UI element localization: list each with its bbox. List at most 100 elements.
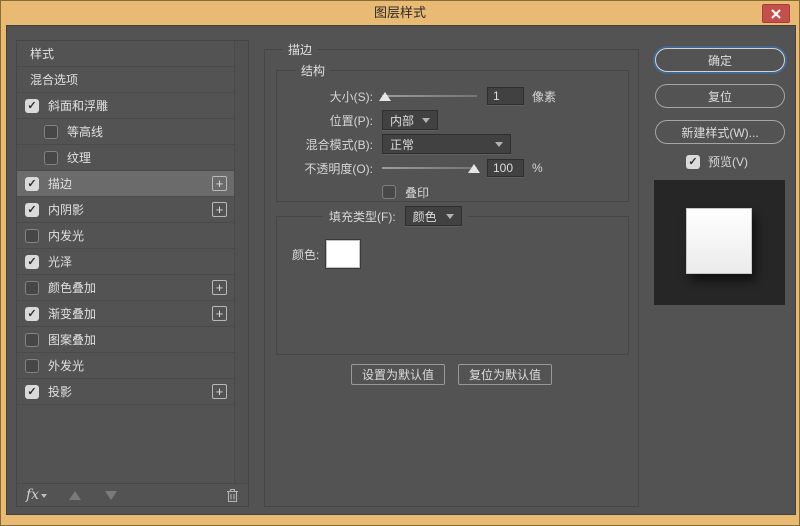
sidebar-item-satin[interactable]: ✓ 光泽 (17, 249, 234, 275)
sidebar-item-texture[interactable]: 纹理 (17, 145, 234, 171)
titlebar[interactable]: 图层样式 (1, 1, 799, 25)
blend-mode-value: 正常 (390, 136, 414, 153)
structure-group: 结构 大小(S): 像素 位置(P): 内部 (276, 70, 629, 202)
sidebar-item-gradient-overlay[interactable]: ✓ 渐变叠加 + (17, 301, 234, 327)
opacity-slider-thumb[interactable] (468, 164, 480, 173)
checkbox-checked[interactable]: ✓ (25, 385, 39, 399)
overprint-row: 叠印 (277, 180, 628, 204)
size-unit: 像素 (532, 88, 556, 105)
sidebar-item-bevel-emboss[interactable]: ✓ 斜面和浮雕 (17, 93, 234, 119)
size-input[interactable] (487, 87, 524, 105)
check-icon: ✓ (27, 204, 36, 216)
sidebar-scrollbar[interactable] (234, 41, 248, 483)
preview-checkbox[interactable]: ✓ (686, 155, 700, 169)
fill-type-group: 填充类型(F): 颜色 颜色: (276, 216, 629, 355)
sidebar-item-color-overlay[interactable]: 颜色叠加 + (17, 275, 234, 301)
checkbox-checked[interactable]: ✓ (25, 99, 39, 113)
checkbox-checked[interactable]: ✓ (25, 307, 39, 321)
opacity-label: 不透明度(O): (277, 160, 373, 177)
sidebar-item-styles[interactable]: 样式 (17, 41, 234, 67)
check-icon: ✓ (27, 386, 36, 398)
delete-effect-button[interactable] (226, 488, 239, 503)
chevron-down-icon (495, 142, 503, 147)
sidebar-item-label: 斜面和浮雕 (48, 97, 108, 114)
reset-button[interactable]: 复位 (655, 84, 785, 108)
check-icon: ✓ (27, 100, 36, 112)
blend-mode-dropdown[interactable]: 正常 (382, 134, 511, 154)
checkbox-checked[interactable]: ✓ (25, 177, 39, 191)
dialog-content: 样式 混合选项 ✓ 斜面和浮雕 等高线 纹理 (6, 25, 796, 515)
stroke-color-swatch[interactable] (326, 240, 360, 268)
move-effect-up-button[interactable] (69, 491, 81, 500)
blend-mode-label: 混合模式(B): (277, 136, 373, 153)
fill-type-value: 颜色 (413, 208, 437, 225)
fill-type-label: 填充类型(F): (329, 208, 396, 225)
styles-list: 样式 混合选项 ✓ 斜面和浮雕 等高线 纹理 (17, 41, 234, 405)
add-effect-button[interactable]: + (212, 176, 227, 191)
check-icon: ✓ (27, 308, 36, 320)
preview-label: 预览(V) (708, 153, 748, 170)
sidebar-item-label: 投影 (48, 383, 72, 400)
sidebar-item-drop-shadow[interactable]: ✓ 投影 + (17, 379, 234, 405)
opacity-unit: % (532, 161, 543, 175)
position-dropdown[interactable]: 内部 (382, 110, 438, 130)
panel-title: 描边 (283, 41, 317, 58)
sidebar-item-label: 样式 (30, 45, 54, 62)
sidebar-item-label: 颜色叠加 (48, 279, 96, 296)
fill-type-dropdown[interactable]: 颜色 (405, 206, 462, 226)
checkbox-unchecked[interactable] (25, 229, 39, 243)
sidebar-item-outer-glow[interactable]: 外发光 (17, 353, 234, 379)
layer-style-dialog: 图层样式 样式 混合选项 ✓ 斜面和浮雕 (0, 0, 800, 526)
add-effect-button[interactable]: + (212, 384, 227, 399)
opacity-slider[interactable] (382, 167, 477, 169)
checkbox-unchecked[interactable] (44, 125, 58, 139)
size-slider-thumb[interactable] (379, 92, 391, 101)
opacity-input[interactable] (487, 159, 524, 177)
sidebar-item-label: 内发光 (48, 227, 84, 244)
chevron-down-icon (446, 214, 454, 219)
sidebar-item-inner-glow[interactable]: 内发光 (17, 223, 234, 249)
styles-sidebar: 样式 混合选项 ✓ 斜面和浮雕 等高线 纹理 (16, 40, 249, 507)
size-row: 大小(S): 像素 (277, 84, 628, 108)
add-effect-button[interactable]: + (212, 306, 227, 321)
new-style-button[interactable]: 新建样式(W)... (655, 120, 785, 144)
size-slider[interactable] (382, 95, 477, 97)
fx-menu-button[interactable]: fx (26, 487, 47, 503)
blend-mode-row: 混合模式(B): 正常 (277, 132, 628, 156)
ok-button[interactable]: 确定 (655, 48, 785, 72)
set-default-button[interactable]: 设置为默认值 (351, 364, 445, 385)
check-icon: ✓ (688, 156, 697, 168)
checkbox-checked[interactable]: ✓ (25, 203, 39, 217)
caret-down-icon (41, 494, 47, 498)
preview-toggle[interactable]: ✓ 预览(V) (686, 153, 748, 170)
checkbox-unchecked[interactable] (25, 359, 39, 373)
overprint-checkbox[interactable] (382, 185, 396, 199)
sidebar-item-inner-shadow[interactable]: ✓ 内阴影 + (17, 197, 234, 223)
position-label: 位置(P): (277, 112, 373, 129)
sidebar-item-blending-options[interactable]: 混合选项 (17, 67, 234, 93)
fill-type-row: 填充类型(F): 颜色 (323, 206, 468, 226)
move-effect-down-button[interactable] (105, 491, 117, 500)
sidebar-item-pattern-overlay[interactable]: 图案叠加 (17, 327, 234, 353)
preview-square (686, 208, 752, 274)
color-row: 颜色: (292, 240, 360, 268)
overprint-label: 叠印 (405, 184, 429, 201)
sidebar-item-stroke[interactable]: ✓ 描边 + (17, 171, 234, 197)
close-button[interactable] (762, 4, 790, 23)
checkbox-unchecked[interactable] (44, 151, 58, 165)
structure-legend: 结构 (296, 62, 330, 79)
add-effect-button[interactable]: + (212, 202, 227, 217)
default-buttons-row: 设置为默认值 复位为默认值 (265, 364, 638, 385)
stroke-settings-panel: 描边 结构 大小(S): 像素 位置(P): 内部 (264, 49, 639, 507)
checkbox-unchecked[interactable] (25, 281, 39, 295)
checkbox-checked[interactable]: ✓ (25, 255, 39, 269)
sidebar-item-label: 光泽 (48, 253, 72, 270)
color-label: 颜色: (292, 246, 319, 263)
position-value: 内部 (390, 112, 414, 129)
reset-default-button[interactable]: 复位为默认值 (458, 364, 552, 385)
add-effect-button[interactable]: + (212, 280, 227, 295)
sidebar-toolbar: fx (17, 483, 248, 506)
checkbox-unchecked[interactable] (25, 333, 39, 347)
sidebar-item-label: 等高线 (67, 123, 103, 140)
sidebar-item-contour[interactable]: 等高线 (17, 119, 234, 145)
